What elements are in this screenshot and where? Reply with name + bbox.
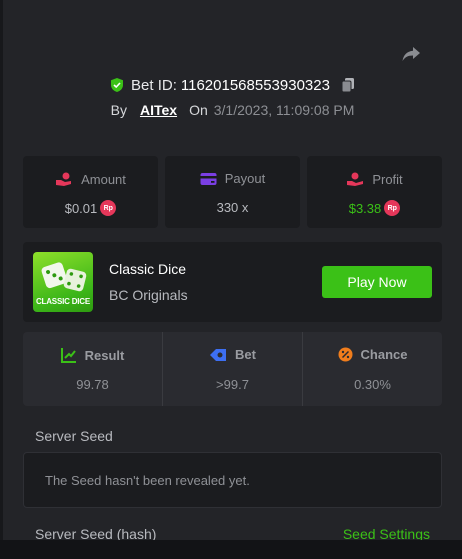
- currency-coin-icon: Rp: [100, 200, 117, 216]
- chance-label: Chance: [360, 347, 408, 362]
- bet-id-row: Bet ID: 116201568553930323: [3, 74, 462, 96]
- profit-value: $3.38: [348, 200, 382, 216]
- bet-details-panel: Bet ID: 116201568553930323 By AITex On 3…: [3, 0, 462, 540]
- amount-card: Amount $0.01 Rp: [23, 156, 158, 228]
- seed-settings-link[interactable]: Seed Settings: [343, 526, 430, 540]
- share-icon[interactable]: [399, 42, 423, 66]
- payout-card: Payout 330 x: [165, 156, 300, 228]
- amount-value: $0.01: [64, 200, 98, 216]
- profit-card: Profit $3.38 Rp: [307, 156, 442, 228]
- amount-label: Amount: [81, 171, 126, 187]
- chance-column: Chance 0.30%: [302, 332, 442, 406]
- payout-icon: [200, 172, 217, 185]
- game-name: Classic Dice: [109, 261, 187, 277]
- classic-dice-thumbnail[interactable]: CLASSIC DICE: [33, 252, 93, 312]
- game-card: CLASSIC DICE Classic Dice BC Originals P…: [23, 242, 442, 322]
- result-column: Result 99.78: [23, 332, 162, 406]
- result-panel: Result 99.78 Bet >99.7 Chance 0.30%: [23, 332, 442, 406]
- currency-coin-icon: Rp: [384, 200, 401, 216]
- bet-datetime: 3/1/2023, 11:09:08 PM: [213, 102, 355, 118]
- profit-icon: [347, 172, 364, 186]
- server-seed-message: The Seed hasn't been revealed yet.: [45, 473, 250, 488]
- username-link[interactable]: AITex: [140, 102, 177, 118]
- server-seed-hash-label: Server Seed (hash): [35, 526, 157, 540]
- game-provider: BC Originals: [109, 287, 188, 303]
- bottom-strip: [0, 540, 462, 559]
- bet-icon: [210, 348, 227, 361]
- payout-value: 330 x: [216, 200, 249, 215]
- thumbnail-title: CLASSIC DICE: [35, 297, 91, 306]
- play-now-button[interactable]: Play Now: [322, 266, 432, 298]
- bet-label: Bet: [235, 347, 256, 362]
- by-label: By: [110, 102, 127, 118]
- bet-author-row: By AITex On 3/1/2023, 11:09:08 PM: [3, 100, 462, 120]
- bet-stats: Amount $0.01 Rp Payout 330 x Profit $3.3…: [23, 156, 442, 228]
- payout-label: Payout: [224, 171, 266, 186]
- result-icon: [60, 348, 76, 363]
- result-value: 99.78: [76, 377, 109, 392]
- amount-icon: [56, 172, 72, 186]
- profit-label: Profit: [372, 171, 403, 187]
- bet-column: Bet >99.7: [162, 332, 302, 406]
- chance-icon: [338, 347, 353, 362]
- result-label: Result: [84, 347, 125, 363]
- chance-value: 0.30%: [354, 377, 391, 392]
- server-seed-box: The Seed hasn't been revealed yet.: [23, 452, 442, 508]
- copy-icon[interactable]: [340, 77, 356, 93]
- server-seed-label: Server Seed: [35, 428, 113, 444]
- on-label: On: [189, 102, 208, 118]
- bet-id-value: 116201568553930323: [180, 76, 330, 94]
- shield-check-icon: [111, 78, 124, 92]
- bet-id-label: Bet ID:: [131, 76, 177, 94]
- bet-value: >99.7: [216, 377, 249, 392]
